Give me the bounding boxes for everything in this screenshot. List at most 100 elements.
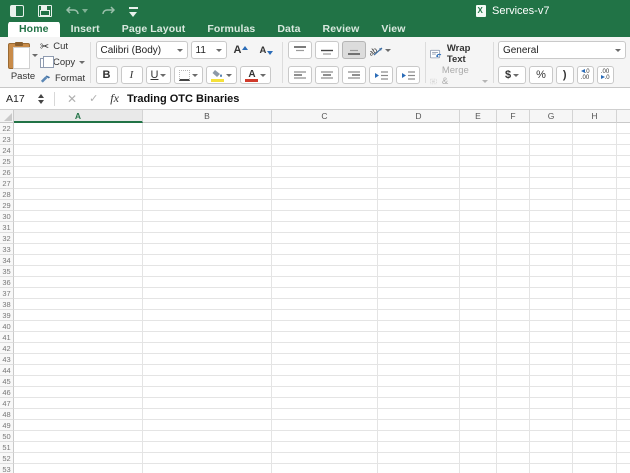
cell-A45[interactable] <box>14 376 143 387</box>
cell-B43[interactable] <box>143 354 272 365</box>
tab-data[interactable]: Data <box>266 21 311 37</box>
cell-G35[interactable] <box>530 266 573 277</box>
cell-D39[interactable] <box>378 310 460 321</box>
cell-H32[interactable] <box>573 233 617 244</box>
cell-A26[interactable] <box>14 167 143 178</box>
cell-H33[interactable] <box>573 244 617 255</box>
row-header-34[interactable]: 34 <box>0 255 14 266</box>
cell-B26[interactable] <box>143 167 272 178</box>
column-header-E[interactable]: E <box>460 110 497 123</box>
cell-I38[interactable] <box>617 299 630 310</box>
cell-I50[interactable] <box>617 431 630 442</box>
cell-C42[interactable] <box>272 343 378 354</box>
cell-A31[interactable] <box>14 222 143 233</box>
cell-I40[interactable] <box>617 321 630 332</box>
cell-G50[interactable] <box>530 431 573 442</box>
cell-G36[interactable] <box>530 277 573 288</box>
cell-B38[interactable] <box>143 299 272 310</box>
align-center-button[interactable] <box>315 66 339 84</box>
undo-dropdown-icon[interactable] <box>82 9 88 13</box>
cell-C49[interactable] <box>272 420 378 431</box>
cell-F36[interactable] <box>497 277 530 288</box>
cell-B52[interactable] <box>143 453 272 464</box>
cell-A25[interactable] <box>14 156 143 167</box>
cell-I44[interactable] <box>617 365 630 376</box>
cell-F43[interactable] <box>497 354 530 365</box>
cell-I43[interactable] <box>617 354 630 365</box>
row-header-39[interactable]: 39 <box>0 310 14 321</box>
cell-E51[interactable] <box>460 442 497 453</box>
cell-H51[interactable] <box>573 442 617 453</box>
comma-style-button[interactable]: ) <box>556 66 574 84</box>
cell-B22[interactable] <box>143 123 272 134</box>
cell-C53[interactable] <box>272 464 378 473</box>
cell-G47[interactable] <box>530 398 573 409</box>
cell-A22[interactable] <box>14 123 143 134</box>
decrease-indent-button[interactable] <box>369 66 393 84</box>
row-header-32[interactable]: 32 <box>0 233 14 244</box>
cell-I31[interactable] <box>617 222 630 233</box>
cell-H26[interactable] <box>573 167 617 178</box>
cell-C40[interactable] <box>272 321 378 332</box>
fill-color-dropdown-icon[interactable] <box>226 74 232 77</box>
cell-A44[interactable] <box>14 365 143 376</box>
cell-C47[interactable] <box>272 398 378 409</box>
cell-A47[interactable] <box>14 398 143 409</box>
cell-D32[interactable] <box>378 233 460 244</box>
cell-A33[interactable] <box>14 244 143 255</box>
cell-B23[interactable] <box>143 134 272 145</box>
cell-D52[interactable] <box>378 453 460 464</box>
row-header-44[interactable]: 44 <box>0 365 14 376</box>
cell-G29[interactable] <box>530 200 573 211</box>
cell-D28[interactable] <box>378 189 460 200</box>
cell-F46[interactable] <box>497 387 530 398</box>
row-header-31[interactable]: 31 <box>0 222 14 233</box>
cell-I26[interactable] <box>617 167 630 178</box>
cell-D33[interactable] <box>378 244 460 255</box>
cell-H28[interactable] <box>573 189 617 200</box>
cell-A24[interactable] <box>14 145 143 156</box>
cell-F27[interactable] <box>497 178 530 189</box>
column-header-D[interactable]: D <box>378 110 460 123</box>
cell-B47[interactable] <box>143 398 272 409</box>
cell-D27[interactable] <box>378 178 460 189</box>
cell-B40[interactable] <box>143 321 272 332</box>
cell-B50[interactable] <box>143 431 272 442</box>
currency-format-button[interactable]: $ <box>498 66 526 84</box>
cell-G37[interactable] <box>530 288 573 299</box>
cell-I46[interactable] <box>617 387 630 398</box>
row-header-48[interactable]: 48 <box>0 409 14 420</box>
cell-H31[interactable] <box>573 222 617 233</box>
cell-C25[interactable] <box>272 156 378 167</box>
cell-H23[interactable] <box>573 134 617 145</box>
cell-I22[interactable] <box>617 123 630 134</box>
cell-G30[interactable] <box>530 211 573 222</box>
cell-F45[interactable] <box>497 376 530 387</box>
row-header-25[interactable]: 25 <box>0 156 14 167</box>
cell-E22[interactable] <box>460 123 497 134</box>
cell-A35[interactable] <box>14 266 143 277</box>
cell-H34[interactable] <box>573 255 617 266</box>
cell-E47[interactable] <box>460 398 497 409</box>
cell-A38[interactable] <box>14 299 143 310</box>
undo-icon[interactable] <box>66 5 79 17</box>
cell-I27[interactable] <box>617 178 630 189</box>
cell-D36[interactable] <box>378 277 460 288</box>
cell-F32[interactable] <box>497 233 530 244</box>
cell-H42[interactable] <box>573 343 617 354</box>
cell-H52[interactable] <box>573 453 617 464</box>
cell-C28[interactable] <box>272 189 378 200</box>
cell-E24[interactable] <box>460 145 497 156</box>
formula-input[interactable]: Trading OTC Binaries <box>127 93 239 105</box>
cell-G44[interactable] <box>530 365 573 376</box>
wrap-text-button[interactable]: Wrap Text <box>430 43 488 65</box>
cell-E33[interactable] <box>460 244 497 255</box>
cell-F28[interactable] <box>497 189 530 200</box>
cell-D50[interactable] <box>378 431 460 442</box>
cell-A28[interactable] <box>14 189 143 200</box>
cell-G38[interactable] <box>530 299 573 310</box>
cell-G51[interactable] <box>530 442 573 453</box>
cell-G24[interactable] <box>530 145 573 156</box>
cell-E42[interactable] <box>460 343 497 354</box>
cell-B42[interactable] <box>143 343 272 354</box>
